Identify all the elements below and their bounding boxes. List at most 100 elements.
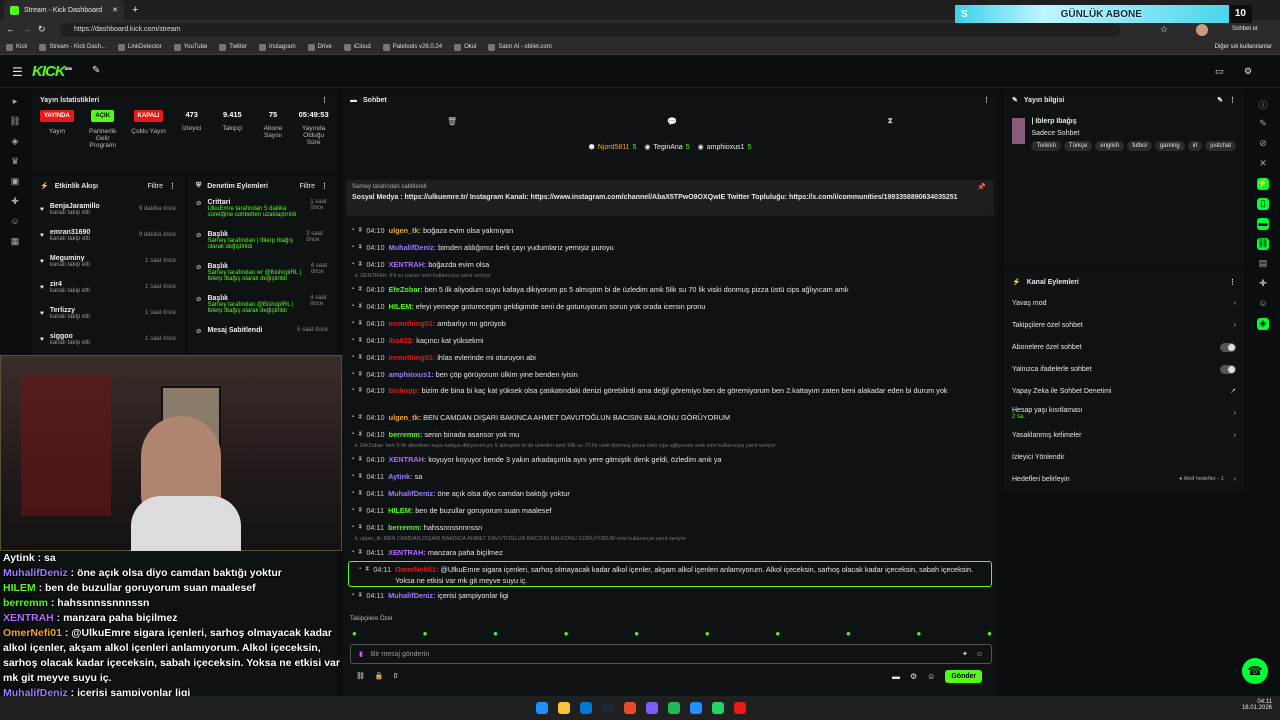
taskbar-app-icon[interactable] — [646, 702, 658, 714]
rail-stream-icon[interactable]: ▸ — [9, 96, 21, 108]
message-user[interactable]: OmerNefi01: — [395, 565, 440, 574]
url-field[interactable]: https://dashboard.kick.com/stream — [60, 23, 1120, 37]
timeout-icon[interactable]: ⧗ — [358, 468, 362, 485]
channel-action[interactable]: Yapay Zeka ile Sohbet Denetimi ↗ — [1004, 380, 1244, 402]
message-user[interactable]: mrnothing01: — [389, 319, 438, 328]
message-user[interactable]: Aytink: — [388, 472, 415, 481]
ban-icon[interactable]: ▪ — [352, 332, 354, 349]
trash-icon[interactable]: 🗑 — [447, 117, 457, 126]
timeout-icon[interactable]: ⧗ — [358, 281, 362, 298]
message-user[interactable]: XENTRAH: — [389, 260, 429, 269]
emote-icon[interactable]: ● — [564, 629, 569, 638]
ban-icon[interactable]: ▪ — [352, 409, 354, 426]
channel-action[interactable]: Yavaş mod › — [1004, 292, 1244, 314]
taskbar-app-icon[interactable] — [558, 702, 570, 714]
chat-message[interactable]: ▪ ⧗ 04:11 berremm: hahssnnssnnnssn — [342, 519, 998, 536]
timeout-icon[interactable]: ⧗ — [358, 451, 362, 468]
chat-message[interactable]: ▪ ⧗ 04:10 bishopp: bizim de bina bi kaç kat… — [342, 383, 998, 409]
message-user[interactable]: bishopp: — [389, 386, 422, 395]
message-user[interactable]: amphioxus1: — [389, 370, 436, 379]
message-user[interactable]: MuhalifDeniz: — [388, 591, 437, 600]
rail-chart-icon[interactable]: ▦ — [9, 236, 21, 248]
browser-tab[interactable]: Stream - Kick Dashboard ✕ — [4, 0, 124, 20]
kick-logo[interactable]: KICKBETA — [32, 63, 72, 80]
channel-action[interactable]: Takipçilere özel sohbet › — [1004, 314, 1244, 336]
info-icon[interactable]: ⓘ — [1257, 98, 1269, 110]
rail-gift-icon[interactable]: ◈ — [9, 136, 21, 148]
emote-icon[interactable]: ● — [775, 629, 780, 638]
profile-avatar[interactable] — [1196, 24, 1208, 36]
timeout-icon[interactable]: ⧗ — [358, 332, 362, 349]
pin-icon[interactable]: 📌 — [977, 183, 986, 191]
new-tab-icon[interactable]: + — [132, 4, 138, 16]
stream-tag[interactable]: irl — [1187, 141, 1203, 151]
taskbar-app-icon[interactable] — [734, 702, 746, 714]
bookmark-item[interactable]: iCloud — [343, 43, 371, 51]
edit-icon[interactable]: ✎ — [1217, 96, 1223, 104]
chat-settings-icon[interactable]: ▬ — [892, 672, 900, 681]
timeout-icon[interactable]: ⧗ — [358, 315, 362, 332]
channel-action[interactable]: Abonelere özel sohbet — [1004, 336, 1244, 358]
channel-action[interactable]: Hesap yaşı kısıtlaması 2 sa. › — [1004, 402, 1244, 424]
chat-message[interactable]: ▪ ⧗ 04:10 mrnothing01: ihlas evlerinde mi o… — [342, 349, 998, 366]
ban-icon[interactable]: ▪ — [352, 587, 354, 604]
phone-rail-icon[interactable]: ▯ — [1257, 198, 1269, 210]
toggle-switch[interactable] — [1220, 342, 1236, 352]
emote-icon[interactable]: ● — [493, 629, 498, 638]
timeout-icon[interactable]: ⧗ — [358, 502, 362, 519]
chat-message[interactable]: ▪ ⧗ 04:11 Aytink: sa — [342, 468, 998, 485]
message-user[interactable]: berremm: — [389, 430, 425, 439]
chat-message[interactable]: ▪ ⧗ 04:10 mrnothing01: ambarlıyı mı görüyob — [342, 315, 998, 332]
timeout-icon[interactable]: ⧗ — [358, 222, 362, 239]
timeout-icon[interactable]: ⧗ — [358, 587, 362, 604]
mod-filter-button[interactable]: Filtre — [299, 183, 315, 190]
chat-message[interactable]: ▪ ⧗ 04:10 MuhalifDeniz: bimden aldığımız be… — [342, 239, 998, 256]
rail-wrench-icon[interactable]: ✚ — [9, 196, 21, 208]
help-chat-icon[interactable]: ☎ — [1242, 658, 1268, 684]
close-tab-icon[interactable]: ✕ — [112, 6, 118, 14]
sohbet-et-button[interactable]: Sohbet et — [1232, 26, 1258, 32]
chat-bubble-icon[interactable]: 💬 — [667, 117, 677, 126]
top-gifter[interactable]: ⬢ Njord5811 5 — [589, 143, 637, 152]
timeout-icon[interactable]: ⧗ — [358, 239, 362, 256]
more-icon[interactable]: ⋮ — [1229, 278, 1236, 286]
emote-icon[interactable]: ● — [423, 629, 428, 638]
sparkle-icon[interactable]: ✦ — [962, 650, 968, 658]
wrench-rail-icon[interactable]: ✚ — [1257, 278, 1269, 290]
close-rail-icon[interactable]: ✕ — [1257, 158, 1269, 170]
rail-users-icon[interactable]: ☺ — [9, 216, 21, 228]
message-user[interactable]: MuhalifDeniz: — [389, 243, 438, 252]
timeout-icon[interactable]: ⧗ — [358, 519, 362, 536]
chat-message[interactable]: ▪ ⧗ 04:10 ulgen_tk: BEN CAMDAN DIŞARI BAKIN… — [342, 409, 998, 426]
ban-icon[interactable]: ▪ — [352, 468, 354, 485]
video-off-icon[interactable]: ⊘ — [1257, 138, 1269, 150]
ban-icon[interactable]: ▪ — [352, 281, 354, 298]
message-user[interactable]: EfeZobar: — [389, 285, 425, 294]
panel-rail-icon[interactable]: ▤ — [1257, 258, 1269, 270]
mic-icon[interactable]: ▮ — [359, 650, 363, 658]
ban-icon[interactable]: ▪ — [352, 426, 354, 443]
ban-icon[interactable]: ▪ — [352, 239, 354, 256]
emote-icon[interactable]: ● — [987, 629, 992, 638]
rail-link-icon[interactable]: ⛓ — [9, 116, 21, 128]
stream-tag[interactable]: Turkish — [1031, 141, 1061, 151]
more-icon[interactable]: ⋮ — [983, 96, 990, 104]
activity-filter-button[interactable]: Filtre — [147, 183, 163, 190]
chat-message[interactable]: ▪ ⧗ 04:10 amphioxus1: ben çöp görüyorum ülk… — [342, 366, 998, 383]
emote-icon[interactable]: ● — [846, 629, 851, 638]
more-icon[interactable]: ⋮ — [321, 182, 328, 190]
ban-icon[interactable]: ▪ — [352, 222, 354, 239]
ban-icon[interactable]: ▪ — [352, 385, 354, 396]
chat-rail-icon[interactable]: ▬ — [1257, 218, 1269, 230]
emote-icon[interactable]: ● — [705, 629, 710, 638]
taskbar-app-icon[interactable] — [602, 702, 614, 714]
users-icon[interactable]: ☺ — [927, 672, 935, 681]
ban-icon[interactable]: ▪ — [352, 349, 354, 366]
chat-message[interactable]: ▪ ⧗ 04:11 HILEM: ben de buzullar goruyorum … — [342, 502, 998, 519]
more-icon[interactable]: ⋮ — [1229, 96, 1236, 104]
bookmark-item[interactable]: Drive — [307, 43, 332, 51]
message-user[interactable]: ulgen_tk: — [389, 413, 423, 422]
stream-tag[interactable]: gaming — [1154, 141, 1185, 151]
bookmark-item[interactable]: YouTube — [173, 43, 207, 51]
chat-input[interactable]: ▮ Bir mesaj gönderin ✦ ☺ — [350, 644, 992, 664]
